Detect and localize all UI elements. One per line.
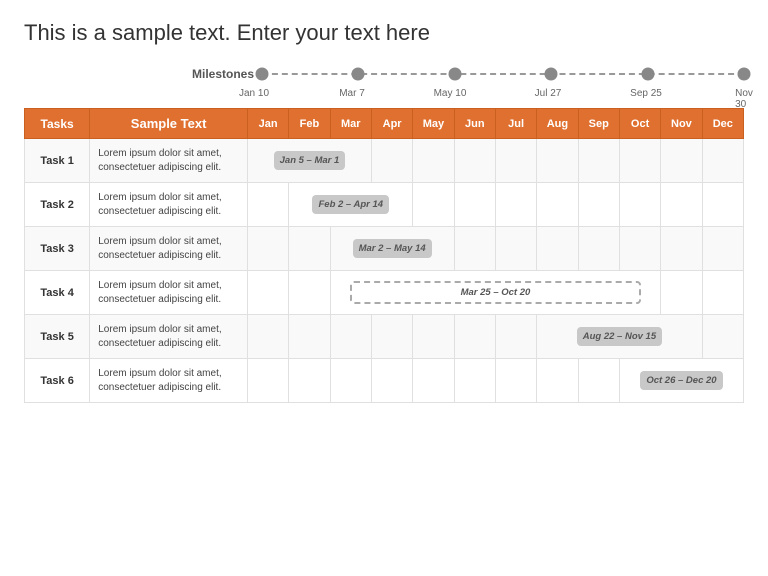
task-name-2: Task 2 — [25, 183, 90, 227]
header-jul: Jul — [495, 109, 536, 139]
header-jun: Jun — [454, 109, 495, 139]
bar-cell-task4: Mar 25 – Oct 20 — [330, 271, 661, 315]
task-desc-2: Lorem ipsum dolor sit amet, consectetuer… — [90, 183, 248, 227]
milestone-date-nov30: Nov 30 — [735, 88, 753, 110]
empty-cell-task6-m1 — [289, 359, 330, 403]
empty-cell-task1-m4 — [413, 139, 454, 183]
milestones-track — [262, 64, 744, 84]
empty-cell-task3-m5 — [454, 227, 495, 271]
milestone-dot-2 — [352, 68, 365, 81]
header-nov: Nov — [661, 109, 702, 139]
bar-cell-task1: Jan 5 – Mar 1 — [247, 139, 371, 183]
header-oct: Oct — [619, 109, 660, 139]
empty-cell-task5-m2 — [330, 315, 371, 359]
empty-cell-task2-m10 — [661, 183, 702, 227]
empty-cell-task5-m0 — [247, 315, 288, 359]
task-name-5: Task 5 — [25, 315, 90, 359]
empty-cell-task4-m11 — [702, 271, 743, 315]
header-jan: Jan — [247, 109, 288, 139]
empty-cell-task6-m8 — [578, 359, 619, 403]
empty-cell-task4-m0 — [247, 271, 288, 315]
milestone-dot-1 — [256, 68, 269, 81]
empty-cell-task3-m1 — [289, 227, 330, 271]
empty-cell-task2-m7 — [537, 183, 578, 227]
empty-cell-task2-m5 — [454, 183, 495, 227]
empty-cell-task5-m3 — [371, 315, 412, 359]
milestones-label: Milestones — [164, 67, 254, 81]
bar-cell-task6: Oct 26 – Dec 20 — [619, 359, 743, 403]
empty-cell-task3-m6 — [495, 227, 536, 271]
milestone-date-jan10: Jan 10 — [239, 88, 269, 99]
task-name-6: Task 6 — [25, 359, 90, 403]
empty-cell-task1-m10 — [661, 139, 702, 183]
header-feb: Feb — [289, 109, 330, 139]
task-desc-6: Lorem ipsum dolor sit amet, consectetuer… — [90, 359, 248, 403]
gantt-table: Tasks Sample Text Jan Feb Mar Apr May Ju… — [24, 108, 744, 403]
header-may: May — [413, 109, 454, 139]
task-desc-3: Lorem ipsum dolor sit amet, consectetuer… — [90, 227, 248, 271]
empty-cell-task3-m9 — [619, 227, 660, 271]
empty-cell-task3-m7 — [537, 227, 578, 271]
task-name-1: Task 1 — [25, 139, 90, 183]
empty-cell-task6-m5 — [454, 359, 495, 403]
milestone-date-jul27: Jul 27 — [535, 88, 562, 99]
empty-cell-task1-m7 — [537, 139, 578, 183]
bar-cell-task2: Feb 2 – Apr 14 — [289, 183, 413, 227]
header-sample-text: Sample Text — [90, 109, 248, 139]
task-desc-5: Lorem ipsum dolor sit amet, consectetuer… — [90, 315, 248, 359]
empty-cell-task2-m11 — [702, 183, 743, 227]
task-desc-4: Lorem ipsum dolor sit amet, consectetuer… — [90, 271, 248, 315]
milestone-dates-row: Jan 10 Mar 7 May 10 Jul 27 Sep 25 Nov 30 — [24, 88, 744, 102]
empty-cell-task5-m11 — [702, 315, 743, 359]
task-desc-1: Lorem ipsum dolor sit amet, consectetuer… — [90, 139, 248, 183]
empty-cell-task6-m2 — [330, 359, 371, 403]
task-name-3: Task 3 — [25, 227, 90, 271]
empty-cell-task2-m8 — [578, 183, 619, 227]
page-title: This is a sample text. Enter your text h… — [24, 20, 744, 46]
header-tasks: Tasks — [25, 109, 90, 139]
task-name-4: Task 4 — [25, 271, 90, 315]
header-aug: Aug — [537, 109, 578, 139]
empty-cell-task2-m9 — [619, 183, 660, 227]
header-mar: Mar — [330, 109, 371, 139]
empty-cell-task3-m10 — [661, 227, 702, 271]
empty-cell-task6-m3 — [371, 359, 412, 403]
milestone-dot-5 — [641, 68, 654, 81]
empty-cell-task4-m1 — [289, 271, 330, 315]
empty-cell-task3-m8 — [578, 227, 619, 271]
empty-cell-task5-m1 — [289, 315, 330, 359]
milestone-dot-4 — [545, 68, 558, 81]
empty-cell-task1-m3 — [371, 139, 412, 183]
empty-cell-task6-m0 — [247, 359, 288, 403]
milestone-date-may10: May 10 — [434, 88, 467, 99]
header-sep: Sep — [578, 109, 619, 139]
empty-cell-task1-m6 — [495, 139, 536, 183]
empty-cell-task5-m4 — [413, 315, 454, 359]
bar-cell-task3: Mar 2 – May 14 — [330, 227, 454, 271]
empty-cell-task5-m5 — [454, 315, 495, 359]
milestone-dot-3 — [448, 68, 461, 81]
empty-cell-task6-m7 — [537, 359, 578, 403]
empty-cell-task3-m0 — [247, 227, 288, 271]
bar-cell-task5: Aug 22 – Nov 15 — [537, 315, 702, 359]
header-apr: Apr — [371, 109, 412, 139]
empty-cell-task4-m10 — [661, 271, 702, 315]
empty-cell-task2-m6 — [495, 183, 536, 227]
empty-cell-task6-m4 — [413, 359, 454, 403]
milestone-date-mar7: Mar 7 — [339, 88, 365, 99]
empty-cell-task1-m8 — [578, 139, 619, 183]
empty-cell-task3-m11 — [702, 227, 743, 271]
empty-cell-task2-m0 — [247, 183, 288, 227]
milestone-date-sep25: Sep 25 — [630, 88, 662, 99]
empty-cell-task6-m6 — [495, 359, 536, 403]
header-dec: Dec — [702, 109, 743, 139]
empty-cell-task1-m11 — [702, 139, 743, 183]
empty-cell-task2-m4 — [413, 183, 454, 227]
milestone-dot-6 — [738, 68, 751, 81]
empty-cell-task1-m5 — [454, 139, 495, 183]
empty-cell-task5-m6 — [495, 315, 536, 359]
empty-cell-task1-m9 — [619, 139, 660, 183]
